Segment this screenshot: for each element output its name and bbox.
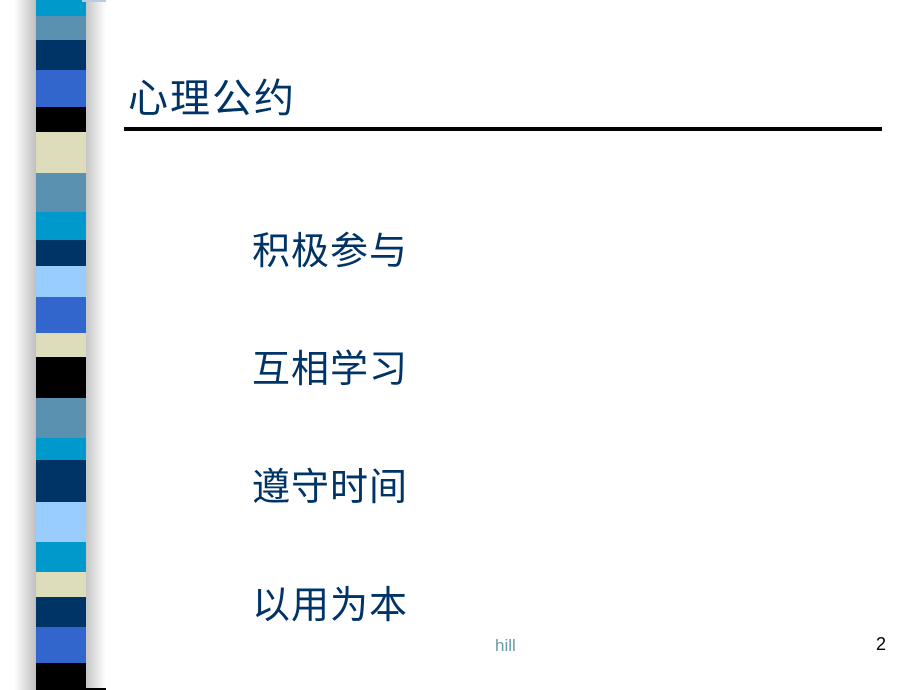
stripe-segment [36,297,86,333]
stripe-segment [36,597,86,627]
stripe-segment [36,572,86,597]
slide-title: 心理公约 [128,76,296,122]
stripe-segment [36,16,86,40]
page-number: 2 [876,634,887,654]
stripe-segment [36,438,86,460]
decorative-stripe [36,0,86,690]
stripe-segment [36,240,86,266]
stripe-segment [36,40,86,70]
stripe-segment [36,132,86,173]
stripe-segment [36,663,86,690]
stripe-segment [36,266,86,297]
list-item: 以用为本 [252,583,409,627]
decorative-top-line [82,0,106,2]
list-item: 遵守时间 [252,465,409,509]
stripe-segment [36,333,86,357]
stripe-segment [36,542,86,572]
stripe-segment [36,173,86,212]
stripe-segment [36,627,86,663]
list-item: 积极参与 [252,229,409,273]
title-divider [124,127,882,131]
stripe-segment [36,107,86,132]
stripe-segment [36,0,86,16]
stripe-segment [36,357,86,398]
stripe-segment [36,502,86,542]
stripe-segment [36,212,86,240]
stripe-segment [36,398,86,438]
slide-footer: hill [495,636,516,655]
stripe-segment [36,460,86,502]
stripe-segment [36,70,86,107]
list-item: 互相学习 [252,347,409,391]
